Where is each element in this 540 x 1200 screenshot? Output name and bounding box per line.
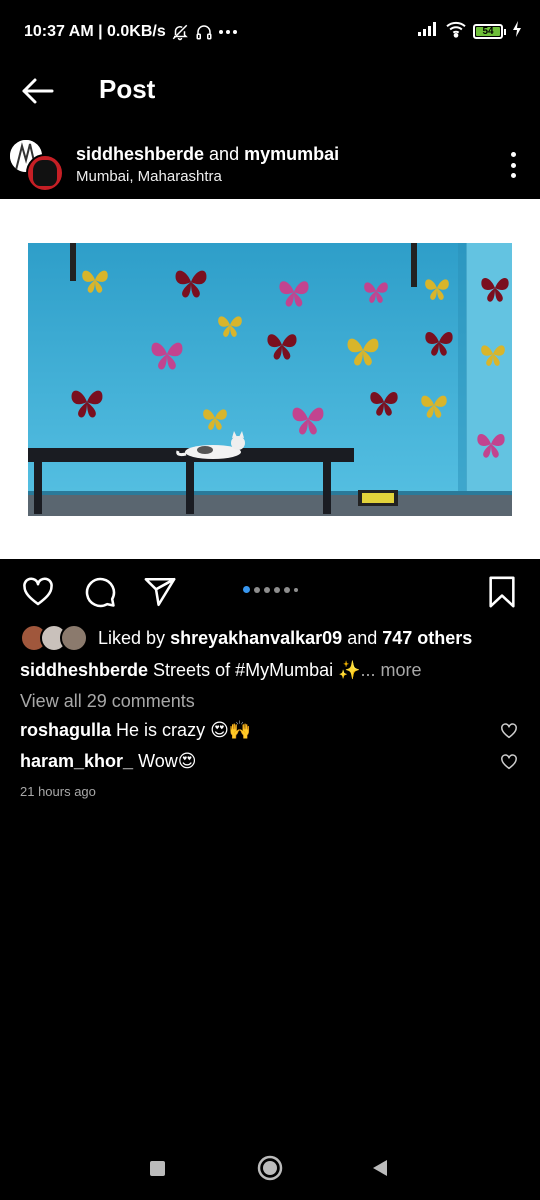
- view-all-comments-link[interactable]: View all 29 comments: [20, 691, 195, 712]
- carousel-dot: [274, 586, 280, 593]
- like-heart-icon[interactable]: [21, 575, 55, 609]
- battery-level: 54: [476, 26, 500, 37]
- page-title: Post: [99, 74, 156, 104]
- more-dots-icon: [218, 22, 238, 42]
- status-time-speed: 10:37 AM | 0.0KB/s: [24, 23, 166, 40]
- carousel-dot: [284, 586, 290, 593]
- carousel-dot: [264, 586, 270, 593]
- post-media[interactable]: [0, 199, 540, 559]
- author-name[interactable]: siddheshberde: [76, 144, 204, 164]
- home-circle-icon[interactable]: [257, 1155, 283, 1186]
- avatar: [60, 624, 88, 652]
- back-triangle-icon[interactable]: [371, 1159, 389, 1182]
- comment-user[interactable]: roshagulla: [20, 720, 111, 740]
- status-left: 10:37 AM | 0.0KB/s: [24, 22, 238, 42]
- caption: siddheshberde Streets of #MyMumbai ✨... …: [20, 660, 422, 681]
- signal-icon: [417, 21, 439, 42]
- charging-icon: [512, 21, 522, 42]
- coauthor-name[interactable]: mymumbai: [244, 144, 339, 164]
- bookmark-icon[interactable]: [485, 575, 519, 609]
- carousel-dot: [254, 586, 260, 593]
- more-options-icon[interactable]: [508, 152, 518, 178]
- share-send-icon[interactable]: [143, 575, 177, 609]
- recents-square-icon[interactable]: [149, 1160, 166, 1182]
- comment-user[interactable]: haram_khor_: [20, 751, 133, 771]
- likes-prefix: Liked by: [98, 627, 166, 648]
- author-connector: and: [209, 144, 240, 164]
- action-bar: [0, 570, 540, 614]
- bell-off-icon: [170, 22, 190, 42]
- comment-row: haram_khor_ Wow😍: [20, 751, 520, 772]
- caption-more-link[interactable]: ... more: [361, 660, 422, 680]
- post-location[interactable]: Mumbai, Maharashtra: [76, 168, 222, 185]
- author-avatars[interactable]: [8, 136, 64, 192]
- carousel-indicator: [243, 586, 298, 593]
- post-photo: [28, 243, 512, 516]
- carousel-dot: [294, 587, 298, 592]
- post-header: siddheshberde and mymumbai Mumbai, Mahar…: [0, 132, 540, 196]
- back-arrow-icon[interactable]: [20, 76, 56, 106]
- wifi-icon: [445, 20, 467, 43]
- comment-text: He is crazy 😍🙌: [116, 720, 252, 740]
- likes-others[interactable]: 747 others: [382, 628, 472, 649]
- status-bar: 10:37 AM | 0.0KB/s 54: [0, 0, 540, 64]
- post-authors: siddheshberde and mymumbai: [76, 144, 339, 165]
- comment-like-heart-icon[interactable]: [500, 722, 518, 740]
- likes-row[interactable]: Liked by shreyakhanvalkar09 and 747 othe…: [20, 624, 472, 652]
- carousel-dot-active: [243, 586, 250, 593]
- avatar: [26, 154, 64, 192]
- post-timestamp: 21 hours ago: [20, 784, 96, 799]
- comment-like-heart-icon[interactable]: [500, 753, 518, 771]
- likes-user[interactable]: shreyakhanvalkar09: [170, 628, 342, 649]
- battery-icon: 54: [473, 24, 506, 39]
- system-nav-bar: [0, 1140, 540, 1196]
- caption-user[interactable]: siddheshberde: [20, 660, 148, 680]
- status-right: 54: [417, 20, 522, 43]
- likes-connector: and: [347, 627, 378, 648]
- comment-text: Wow😍: [138, 751, 197, 771]
- comment-row: roshagulla He is crazy 😍🙌: [20, 720, 520, 741]
- top-bar: Post: [0, 64, 540, 118]
- caption-text: Streets of #MyMumbai ✨: [153, 660, 361, 680]
- headphones-icon: [194, 22, 214, 42]
- comment-icon[interactable]: [83, 575, 117, 609]
- liker-avatars: [20, 624, 88, 652]
